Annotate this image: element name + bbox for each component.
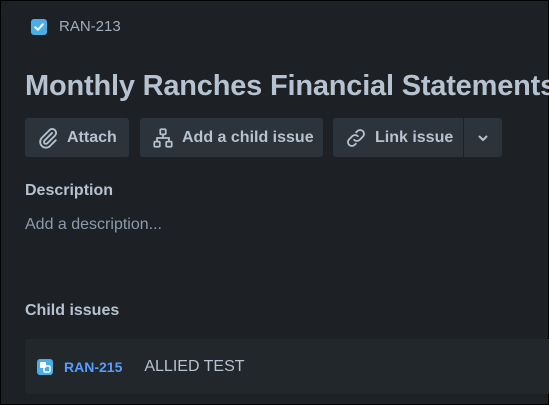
link-issue-label: Link issue (375, 128, 454, 146)
paperclip-icon (39, 127, 58, 149)
subtask-icon (37, 358, 53, 375)
description-heading: Description (25, 182, 114, 199)
child-issue-row[interactable]: RAN-215 ALLIED TEST (25, 339, 549, 394)
attach-label: Attach (67, 128, 117, 146)
issue-toolbar: Attach Add a child issue Link issue (25, 118, 502, 157)
link-icon (347, 128, 365, 147)
link-issue-more-button[interactable] (464, 118, 502, 157)
attach-button[interactable]: Attach (25, 118, 129, 157)
issue-title[interactable]: Monthly Ranches Financial Statements (25, 70, 549, 103)
checkbox-task-icon[interactable] (31, 18, 47, 35)
child-issues-heading: Child issues (25, 302, 120, 319)
child-issue-key[interactable]: RAN-215 (64, 359, 122, 375)
breadcrumb: RAN-213 (31, 18, 121, 35)
link-issue-split-button: Link issue (333, 118, 502, 157)
hierarchy-icon (153, 127, 173, 148)
child-issue-summary[interactable]: ALLIED TEST (144, 358, 244, 376)
add-child-issue-button[interactable]: Add a child issue (140, 118, 323, 157)
chevron-down-icon (478, 135, 488, 141)
add-child-issue-label: Add a child issue (182, 128, 314, 146)
issue-key-link[interactable]: RAN-213 (59, 18, 121, 35)
description-field[interactable]: Add a description... (25, 216, 162, 234)
link-issue-button[interactable]: Link issue (333, 118, 463, 157)
